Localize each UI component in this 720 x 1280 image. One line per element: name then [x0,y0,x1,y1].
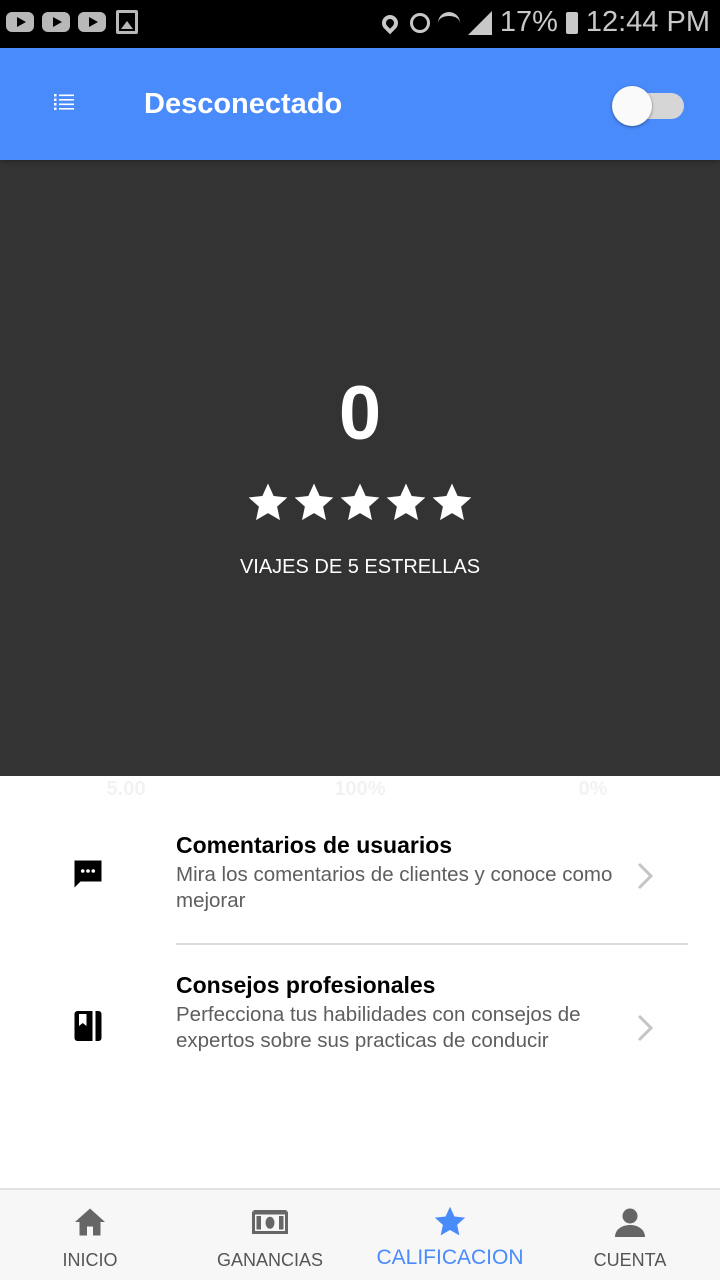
chat-bubble-icon [70,856,106,892]
chevron-right-icon [634,860,658,892]
youtube-icon [42,12,70,32]
online-toggle[interactable] [612,86,684,126]
nav-item-cuenta[interactable]: CUENTA [540,1190,720,1280]
toggle-knob [612,86,652,126]
signal-icon [467,10,492,35]
status-bar: 17% 12:44 PM [0,0,720,48]
stat-acceptance: 100% [334,778,386,800]
person-icon [612,1204,648,1240]
battery-percent: 17% [499,6,558,38]
nav-label: INICIO [62,1250,118,1270]
rating-summary: 0 VIAJES DE 5 ESTRELLAS [0,160,720,776]
nav-label: GANANCIAS [216,1250,324,1270]
battery-icon [565,11,578,34]
stat-cancellation: 0% [578,778,608,800]
alarm-icon [409,12,430,33]
youtube-icon [6,12,34,32]
divider [176,943,688,945]
gallery-icon [116,10,138,34]
wifi-icon [437,11,460,34]
menu-button[interactable] [48,86,80,118]
stats-row: 5.00 100% 0% [0,776,720,800]
star-icon [383,480,429,526]
nav-item-calificacion[interactable]: CALIFICACION [360,1190,540,1280]
nav-label: CUENTA [593,1250,667,1270]
five-star-trip-count: 0 [338,371,382,456]
list-item-title: Comentarios de usuarios [176,832,453,858]
star-row [0,480,720,526]
bottom-navigation: INICIO GANANCIAS CALIFICACION CUENTA [0,1188,720,1280]
system-icons: 17% 12:44 PM [378,6,710,39]
star-icon [432,1204,468,1240]
home-icon [72,1204,108,1240]
location-icon [378,11,402,34]
nav-item-ganancias[interactable]: GANANCIAS [180,1190,360,1280]
clock: 12:44 PM [585,6,710,38]
five-star-trips-label: VIAJES DE 5 ESTRELLAS [239,556,481,578]
app-bar: Desconectado [0,48,720,160]
money-icon [252,1204,288,1240]
list-item-user-comments[interactable]: Comentarios de usuarios Mira los comenta… [0,830,720,940]
star-icon [291,480,337,526]
connection-status-title: Desconectado [144,88,343,120]
list-item-subtitle: Perfecciona tus habilidades con consejos… [176,1003,581,1052]
star-icon [429,480,475,526]
youtube-icon [78,12,106,32]
star-icon [337,480,383,526]
chevron-right-icon [634,1012,658,1044]
nav-item-inicio[interactable]: INICIO [0,1190,180,1280]
list-item-subtitle: Mira los comentarios de clientes y conoc… [176,863,613,912]
book-icon [70,1008,106,1044]
list-item-pro-tips[interactable]: Consejos profesionales Perfecciona tus h… [0,970,720,1090]
star-icon [245,480,291,526]
list-menu-icon [54,94,74,110]
stat-rating: 5.00 [106,778,146,800]
notification-icons [6,10,138,34]
nav-label: CALIFICACION [376,1246,524,1269]
list-item-title: Consejos profesionales [176,972,436,998]
